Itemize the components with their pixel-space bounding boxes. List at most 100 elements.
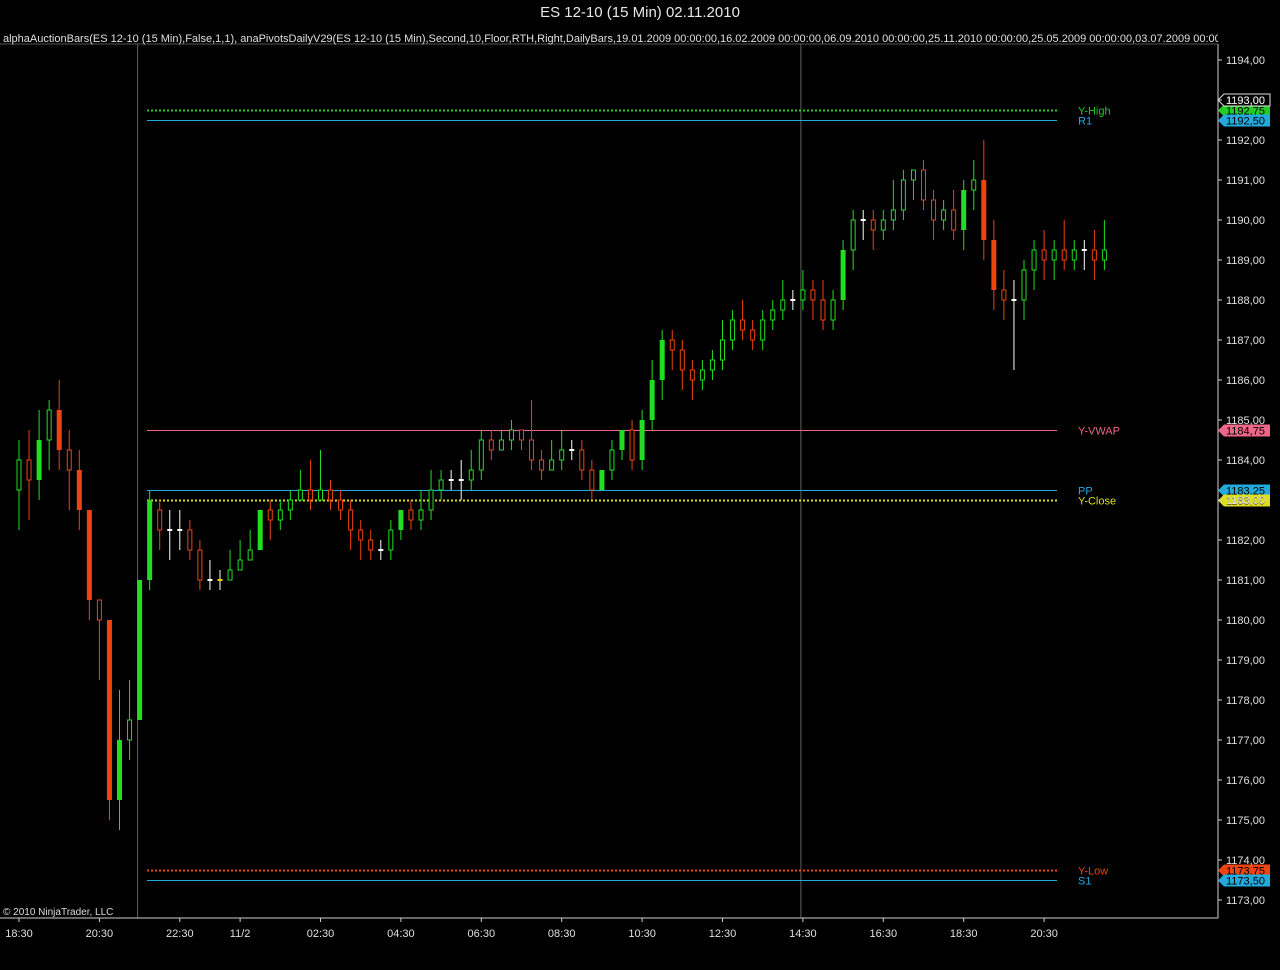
candle-body <box>921 169 926 201</box>
candle-body <box>589 469 595 491</box>
price-tag-s1: 1173,50 <box>1218 874 1270 888</box>
candle-body <box>428 489 434 511</box>
candle-body <box>800 289 806 301</box>
y-tick-label: 1187,00 <box>1226 335 1265 347</box>
candle-body <box>1021 269 1027 301</box>
y-tick-label: 1190,00 <box>1226 215 1265 227</box>
candle-body <box>629 429 635 461</box>
candle-body <box>16 459 22 491</box>
candle-body <box>830 299 836 321</box>
candle-body <box>96 599 102 621</box>
candle-body <box>86 510 92 600</box>
x-tick-label: 10:30 <box>628 928 656 940</box>
candle-body <box>237 559 243 571</box>
level-label-r1: R1 <box>1078 116 1092 128</box>
candle-body <box>508 429 514 441</box>
candle-body <box>539 459 545 471</box>
candle-body <box>780 299 786 311</box>
candle-body <box>498 439 504 451</box>
candle-body <box>619 430 625 450</box>
y-tick-label: 1178,00 <box>1226 695 1265 707</box>
price-tag-label: 1173,50 <box>1226 876 1265 888</box>
y-tick-label: 1173,00 <box>1226 895 1265 907</box>
candle-body <box>227 569 233 581</box>
candle <box>599 470 605 490</box>
candle-body <box>66 449 72 471</box>
candle-body <box>639 420 645 460</box>
candle-body <box>1071 249 1077 261</box>
x-tick-label: 02:30 <box>307 928 335 940</box>
y-tick-label: 1175,00 <box>1226 815 1265 827</box>
candle-body <box>247 549 253 561</box>
y-tick-label: 1185,00 <box>1226 415 1265 427</box>
candle-body <box>388 529 394 551</box>
candle-body <box>569 449 575 451</box>
y-tick-label: 1179,00 <box>1226 655 1265 667</box>
candle-body <box>900 179 906 211</box>
y-tick-label: 1186,00 <box>1226 375 1265 387</box>
candle-body <box>699 369 705 381</box>
candle-body <box>669 339 675 351</box>
candle-body <box>820 299 826 321</box>
candle-body <box>971 179 977 191</box>
candle-body <box>418 509 424 521</box>
candle-body <box>76 470 82 510</box>
price-tag-label: 1192,50 <box>1226 116 1265 128</box>
y-tick-label: 1176,00 <box>1226 775 1265 787</box>
candle <box>106 620 112 820</box>
candle-body <box>36 440 42 480</box>
candle-body <box>438 479 444 491</box>
y-tick-label: 1184,00 <box>1226 455 1265 467</box>
y-tick-label: 1192,00 <box>1226 135 1265 147</box>
chart-frame[interactable]: Y-High 1192,75 R1 1192,50 Y-VWAP 1184,75 PP 118… <box>0 28 1280 965</box>
x-tick-label: 22:30 <box>166 928 194 940</box>
candle-body <box>579 449 585 471</box>
candle-body <box>1081 249 1087 251</box>
price-tag-label: 1184,75 <box>1226 426 1265 438</box>
candle-body <box>599 470 605 490</box>
x-tick-label: 04:30 <box>387 928 415 940</box>
candle-body <box>488 439 494 451</box>
candle-body <box>147 500 153 580</box>
candle-body <box>840 250 846 300</box>
candle-body <box>750 329 756 341</box>
candle-body <box>267 509 273 521</box>
x-tick-label: 08:30 <box>548 928 576 940</box>
y-tick-label: 1177,00 <box>1226 735 1265 747</box>
y-tick-label: 1174,00 <box>1226 855 1265 867</box>
candle-body <box>328 489 334 501</box>
candle-body <box>127 719 133 741</box>
candle-body <box>106 620 112 800</box>
candle-body <box>167 529 173 531</box>
candle-body <box>257 510 263 550</box>
candle-body <box>860 219 866 221</box>
level-label-y-close: Y-Close <box>1078 496 1116 508</box>
candle-body <box>287 499 293 511</box>
y-tick-label: 1181,00 <box>1226 575 1265 587</box>
candle-body <box>217 579 223 581</box>
candle-body <box>1011 299 1017 301</box>
x-tick-label: 14:30 <box>789 928 817 940</box>
candle-body <box>137 580 143 720</box>
candle-body <box>338 499 344 511</box>
candle-body <box>1041 249 1047 261</box>
candle-body <box>709 359 715 371</box>
candle <box>137 580 143 720</box>
candle-body <box>961 190 967 230</box>
y-tick-label: 1182,00 <box>1226 535 1265 547</box>
candlestick-chart[interactable]: Y-High 1192,75R1 1192,50Y-VWAP 1184,75PP 118… <box>0 28 1280 965</box>
candle-body <box>870 219 876 231</box>
candle-body <box>358 529 364 541</box>
candle <box>840 240 846 310</box>
candle-body <box>56 410 62 450</box>
candle-body <box>810 289 816 301</box>
candle-body <box>1001 289 1007 301</box>
candle-body <box>207 579 213 581</box>
y-tick-label: 1188,00 <box>1226 295 1265 307</box>
x-tick-label: 12:30 <box>709 928 737 940</box>
candle-body <box>770 309 776 321</box>
candle-body <box>760 319 766 341</box>
candle-body <box>448 479 454 481</box>
candle-body <box>649 380 655 420</box>
candle <box>147 490 153 590</box>
